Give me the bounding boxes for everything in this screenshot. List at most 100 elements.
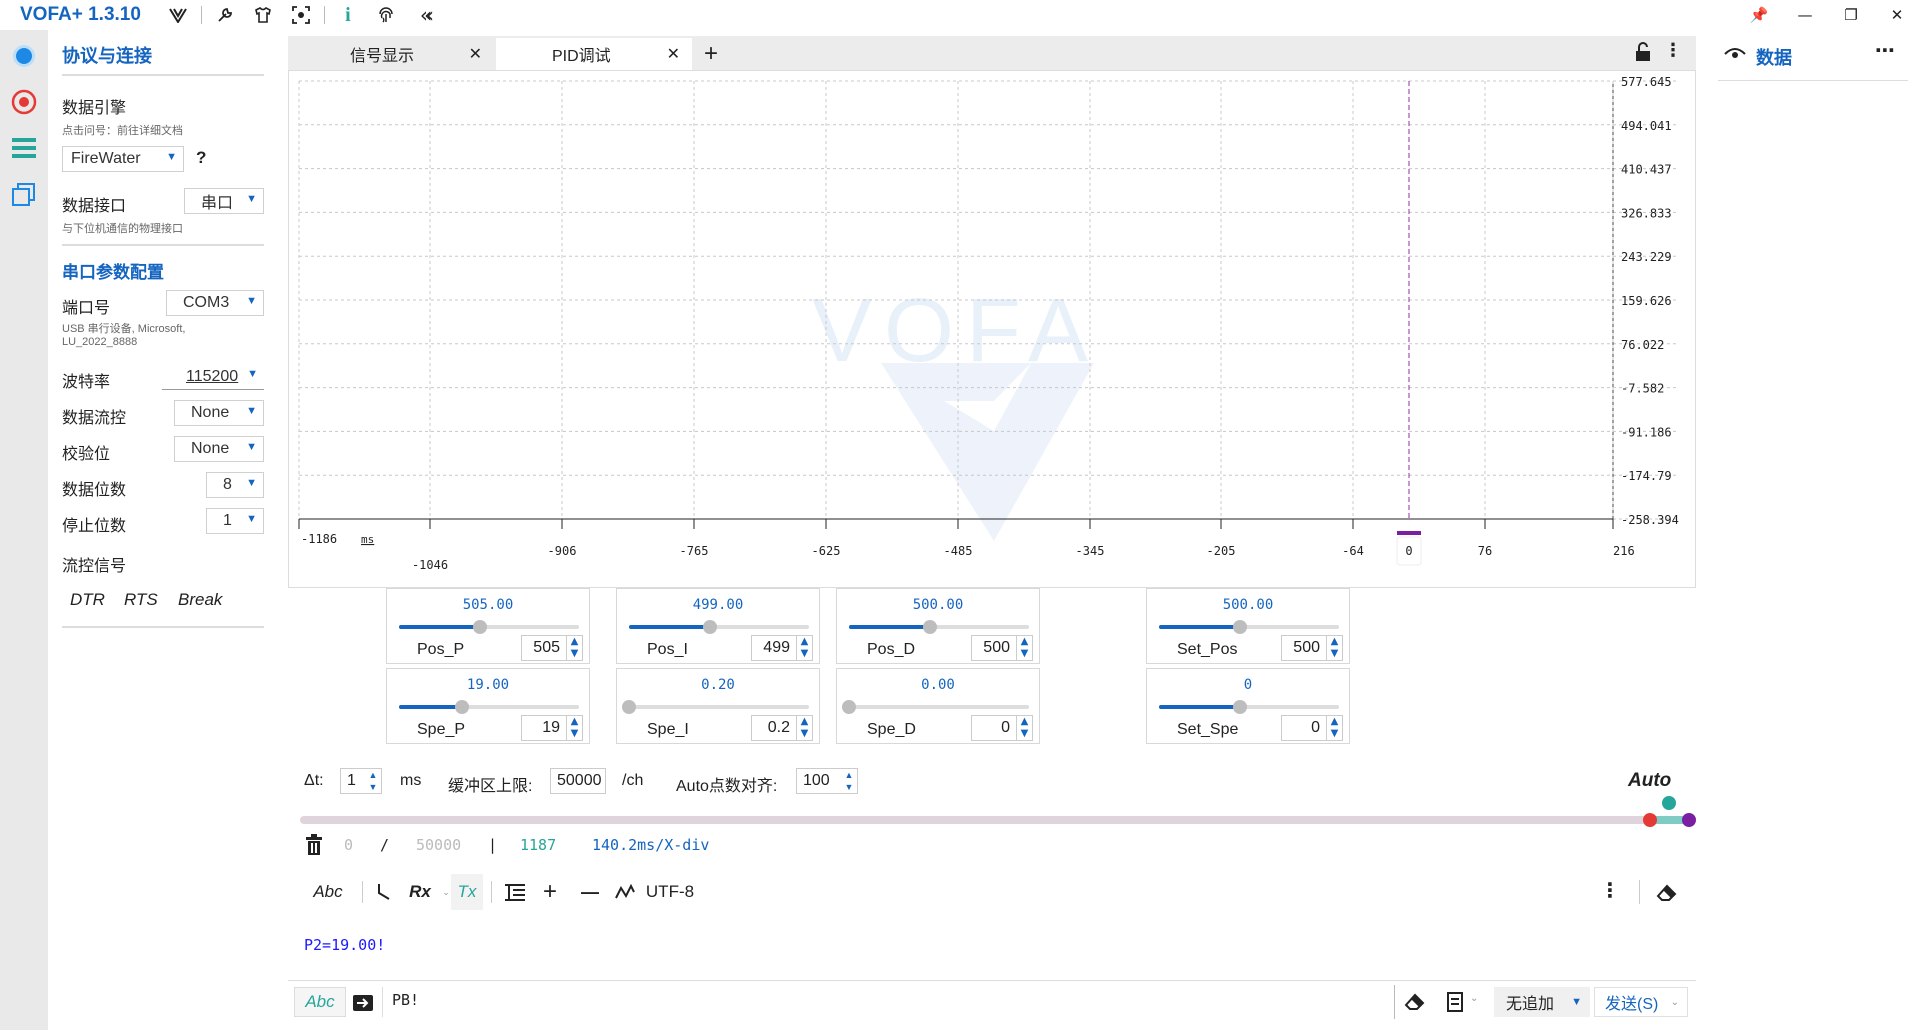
history-icon[interactable] <box>1446 991 1464 1017</box>
widget-slider[interactable] <box>1159 620 1339 634</box>
fingerprint-icon[interactable] <box>367 0 405 30</box>
baud-input[interactable]: 115200 ▼ <box>162 364 264 390</box>
slider-knob[interactable] <box>1233 700 1247 714</box>
slider-knob[interactable] <box>842 700 856 714</box>
widget-spinbox[interactable]: 500 ▲ ▼ <box>971 635 1033 661</box>
parity-dropdown[interactable]: None ▼ <box>174 436 264 462</box>
eye-icon[interactable] <box>1724 46 1746 66</box>
chevron-down-icon[interactable]: ⌄ <box>1470 993 1478 1004</box>
engine-dropdown[interactable]: FireWater ▼ <box>62 146 184 172</box>
widget-spinbox[interactable]: 0 ▲ ▼ <box>971 715 1033 741</box>
append-dropdown[interactable]: 无追加 ▼ <box>1494 987 1590 1017</box>
spin-arrows-icon[interactable]: ▲ ▼ <box>1326 716 1342 740</box>
stopbits-dropdown[interactable]: 1 ▼ <box>206 508 264 534</box>
widget-slider[interactable] <box>1159 700 1339 714</box>
unlock-icon[interactable] <box>1634 42 1654 62</box>
restore-icon[interactable]: ❐ <box>1828 0 1874 30</box>
slider-knob[interactable] <box>455 700 469 714</box>
record-icon[interactable] <box>8 86 40 118</box>
spin-arrows-icon[interactable]: ▲ ▼ <box>566 716 582 740</box>
help-button[interactable]: ? <box>196 148 206 168</box>
auto-button[interactable]: Auto <box>1628 770 1671 792</box>
slider-knob[interactable] <box>923 620 937 634</box>
info-icon[interactable]: i <box>329 0 367 30</box>
rx-toggle[interactable]: Rx <box>399 874 441 910</box>
send-mode-icon[interactable] <box>352 993 374 1017</box>
tab-signal-display[interactable]: 信号显示 ✕ <box>288 38 494 70</box>
wrench-icon[interactable] <box>206 0 244 30</box>
widget-spinbox[interactable]: 499 ▲ ▼ <box>751 635 813 661</box>
spin-arrows-icon[interactable]: ▲ ▼ <box>566 636 582 660</box>
send-format-button[interactable]: Abc <box>294 987 346 1017</box>
auto-align-spinbox[interactable]: 100 ▲ ▼ <box>796 768 858 794</box>
interface-dropdown[interactable]: 串口 ▼ <box>184 188 264 214</box>
close-icon[interactable]: ✕ <box>469 44 482 64</box>
dt-spinbox[interactable]: 1 ▲ ▼ <box>340 768 382 794</box>
collapse-icon[interactable]: «‹ <box>405 0 443 30</box>
zoom-in-button[interactable]: + <box>530 874 570 910</box>
widget-spinbox[interactable]: 19 ▲ ▼ <box>521 715 583 741</box>
vofa-logo-icon[interactable] <box>159 0 197 30</box>
send-input[interactable]: PB! <box>392 991 419 1009</box>
windows-icon[interactable] <box>8 178 40 210</box>
databits-dropdown[interactable]: 8 ▼ <box>206 472 264 498</box>
more-icon[interactable]: ⋮ <box>1600 878 1620 902</box>
screenshot-icon[interactable] <box>282 0 320 30</box>
widget-spinbox[interactable]: 500 ▲ ▼ <box>1281 635 1343 661</box>
slider-knob[interactable] <box>1233 620 1247 634</box>
minimize-icon[interactable]: — <box>1782 0 1828 30</box>
encoding-icon[interactable] <box>610 874 640 910</box>
break-toggle[interactable]: Break <box>178 590 222 610</box>
port-dropdown[interactable]: COM3 ▼ <box>166 290 264 316</box>
widget-slider[interactable] <box>842 700 1029 714</box>
connection-icon[interactable] <box>8 40 40 72</box>
timeline-mid-handle[interactable] <box>1662 796 1676 810</box>
eraser-icon[interactable] <box>1656 882 1678 906</box>
widget-slider[interactable] <box>399 620 579 634</box>
spin-arrows-icon[interactable]: ▲ ▼ <box>841 769 857 793</box>
spin-arrows-icon[interactable]: ▲ ▼ <box>1326 636 1342 660</box>
more-icon[interactable]: ⋯ <box>1875 38 1896 62</box>
shirt-icon[interactable] <box>244 0 282 30</box>
spin-arrows-icon[interactable]: ▲ ▼ <box>1016 716 1032 740</box>
widget-slider[interactable] <box>622 700 809 714</box>
slider-knob[interactable] <box>473 620 487 634</box>
spin-arrows-icon[interactable]: ▲ ▼ <box>365 769 381 793</box>
timeline-slider[interactable] <box>300 796 1696 827</box>
tab-pid-debug[interactable]: PID调试 ✕ <box>496 38 692 70</box>
word-wrap-icon[interactable] <box>500 874 530 910</box>
cursor-icon[interactable] <box>369 874 399 910</box>
clear-send-icon[interactable] <box>1404 991 1426 1015</box>
close-icon[interactable]: ✕ <box>1874 0 1920 30</box>
dtr-toggle[interactable]: DTR <box>70 590 105 610</box>
list-icon[interactable] <box>8 132 40 164</box>
add-tab-button[interactable]: + <box>704 38 718 70</box>
widget-spinbox[interactable]: 505 ▲ ▼ <box>521 635 583 661</box>
encoding-selector[interactable]: UTF-8 <box>640 874 700 910</box>
close-icon[interactable]: ✕ <box>667 44 680 64</box>
pin-icon[interactable]: 📌 <box>1736 0 1782 30</box>
plot-area[interactable]: VOFA 577.645 494.041 410.437 326.833 243.229 1… <box>288 70 1696 588</box>
more-icon[interactable]: ⋮ <box>1664 40 1682 61</box>
widget-slider[interactable] <box>399 700 579 714</box>
slider-knob[interactable] <box>703 620 717 634</box>
slider-knob[interactable] <box>622 700 636 714</box>
tx-toggle[interactable]: Tx <box>451 874 483 910</box>
timeline-end-handle[interactable] <box>1682 813 1696 827</box>
trash-icon[interactable] <box>304 834 324 860</box>
spin-arrows-icon[interactable]: ▲ ▼ <box>796 716 812 740</box>
chevron-down-icon[interactable]: ⌄ <box>441 874 451 910</box>
flowctl-dropdown[interactable]: None ▼ <box>174 400 264 426</box>
widget-slider[interactable] <box>629 620 809 634</box>
widget-spinbox[interactable]: 0.2 ▲ ▼ <box>751 715 813 741</box>
zoom-out-button[interactable]: — <box>570 874 610 910</box>
chart-svg[interactable]: VOFA577.645494.041410.437326.833243.2291… <box>289 71 1697 589</box>
buffer-input[interactable]: 50000 <box>550 768 606 794</box>
spin-arrows-icon[interactable]: ▲ ▼ <box>796 636 812 660</box>
send-button[interactable]: 发送(S) ⌄ <box>1594 987 1688 1017</box>
widget-slider[interactable] <box>849 620 1029 634</box>
rts-toggle[interactable]: RTS <box>124 590 158 610</box>
widget-spinbox[interactable]: 0 ▲ ▼ <box>1281 715 1343 741</box>
text-format-button[interactable]: Abc <box>300 874 356 910</box>
timeline-start-handle[interactable] <box>1643 813 1657 827</box>
